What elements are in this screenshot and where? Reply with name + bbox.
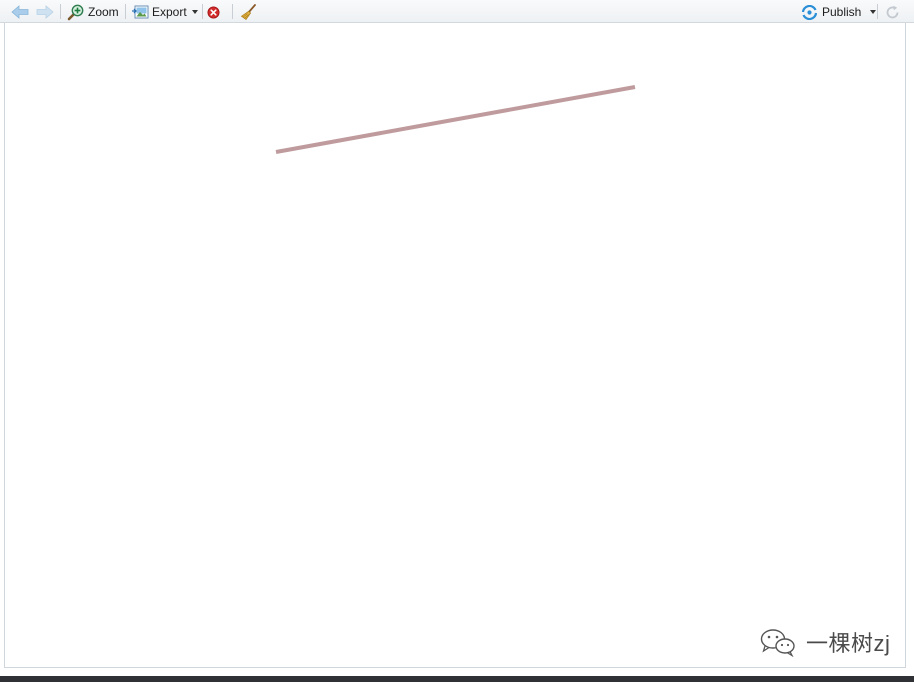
zoom-button[interactable]: Zoom bbox=[67, 3, 119, 21]
taskbar-edge bbox=[0, 676, 914, 682]
remove-plot-button[interactable] bbox=[207, 3, 220, 21]
export-label: Export bbox=[152, 5, 187, 19]
plot-line bbox=[275, 85, 636, 154]
plot-canvas bbox=[5, 23, 905, 668]
toolbar-divider bbox=[877, 4, 878, 19]
publish-icon bbox=[801, 4, 818, 20]
remove-plot-icon bbox=[207, 6, 220, 18]
forward-button[interactable] bbox=[36, 3, 54, 21]
broom-icon bbox=[240, 3, 256, 20]
toolbar-divider bbox=[232, 4, 233, 19]
arrow-left-icon bbox=[11, 5, 29, 19]
refresh-button[interactable] bbox=[885, 3, 900, 21]
watermark: 一棵树zj bbox=[758, 626, 890, 658]
chevron-down-icon bbox=[870, 10, 877, 14]
refresh-icon bbox=[886, 5, 899, 18]
plots-toolbar: Zoom Export Publish bbox=[0, 0, 914, 23]
back-button[interactable] bbox=[11, 3, 29, 21]
wechat-icon bbox=[760, 629, 795, 657]
magnifier-plus-icon bbox=[67, 4, 84, 20]
toolbar-divider bbox=[60, 4, 61, 19]
publish-button[interactable]: Publish bbox=[801, 3, 877, 21]
export-button[interactable]: Export bbox=[131, 3, 198, 21]
toolbar-divider bbox=[125, 4, 126, 19]
zoom-label: Zoom bbox=[88, 5, 119, 19]
toolbar-divider bbox=[202, 4, 203, 19]
watermark-text: 一棵树zj bbox=[806, 631, 891, 656]
chevron-down-icon bbox=[191, 10, 198, 14]
publish-label: Publish bbox=[822, 5, 862, 19]
plot-svg bbox=[275, 85, 636, 154]
export-image-icon bbox=[132, 5, 149, 18]
arrow-right-icon bbox=[36, 5, 54, 19]
clear-all-button[interactable] bbox=[240, 3, 257, 21]
